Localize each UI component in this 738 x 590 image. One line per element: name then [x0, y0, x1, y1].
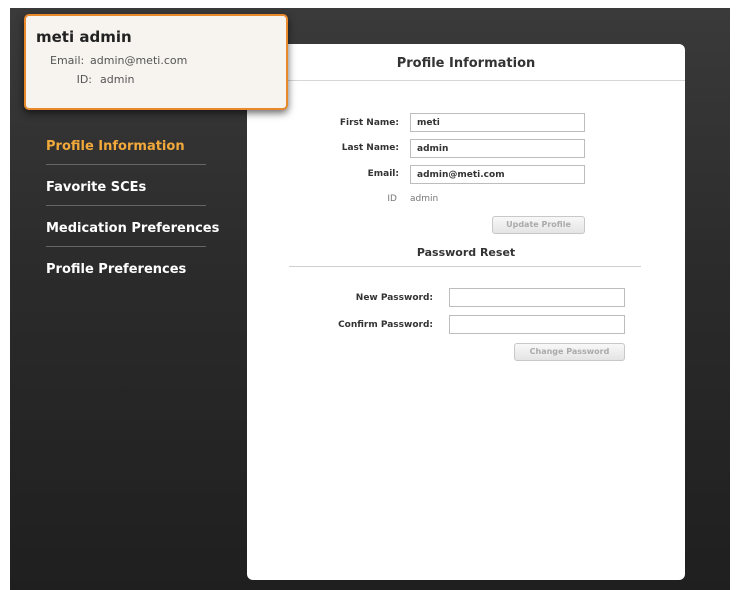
password-reset-title: Password Reset — [416, 246, 516, 259]
change-password-button[interactable]: Change Password — [514, 343, 625, 361]
user-email-label: Email: — [50, 54, 85, 67]
user-email-row: Email: admin@meti.com — [50, 54, 187, 67]
email-label: Email: — [367, 169, 399, 179]
user-id: admin — [100, 73, 135, 86]
user-name: meti admin — [36, 28, 132, 46]
nav-item-favorite-sces[interactable]: Favorite SCEs — [46, 173, 206, 214]
confirm-password-label: Confirm Password: — [338, 320, 433, 330]
sidebar-nav: Profile Information Favorite SCEs Medica… — [46, 132, 219, 296]
first-name-label: First Name: — [339, 118, 399, 128]
user-card: meti admin Email: admin@meti.com ID: admin — [24, 14, 288, 110]
user-id-row: ID: admin — [50, 73, 135, 86]
id-value: admin — [410, 194, 439, 204]
update-profile-button[interactable]: Update Profile — [492, 216, 585, 234]
profile-panel: Profile Information First Name: Last Nam… — [247, 44, 685, 580]
user-email: admin@meti.com — [90, 54, 188, 67]
email-field[interactable] — [410, 165, 585, 184]
id-label: ID — [387, 194, 397, 204]
new-password-field[interactable] — [449, 288, 625, 307]
nav-item-profile-preferences[interactable]: Profile Preferences — [46, 255, 206, 296]
new-password-label: New Password: — [355, 293, 433, 303]
confirm-password-field[interactable] — [449, 315, 625, 334]
last-name-field[interactable] — [410, 139, 585, 158]
nav-item-profile-information[interactable]: Profile Information — [46, 132, 206, 173]
last-name-label: Last Name: — [341, 143, 399, 153]
section-divider — [289, 266, 641, 267]
nav-item-medication-preferences[interactable]: Medication Preferences — [46, 214, 219, 255]
first-name-field[interactable] — [410, 113, 585, 132]
panel-title: Profile Information — [247, 44, 685, 81]
user-id-label: ID: — [76, 73, 92, 86]
